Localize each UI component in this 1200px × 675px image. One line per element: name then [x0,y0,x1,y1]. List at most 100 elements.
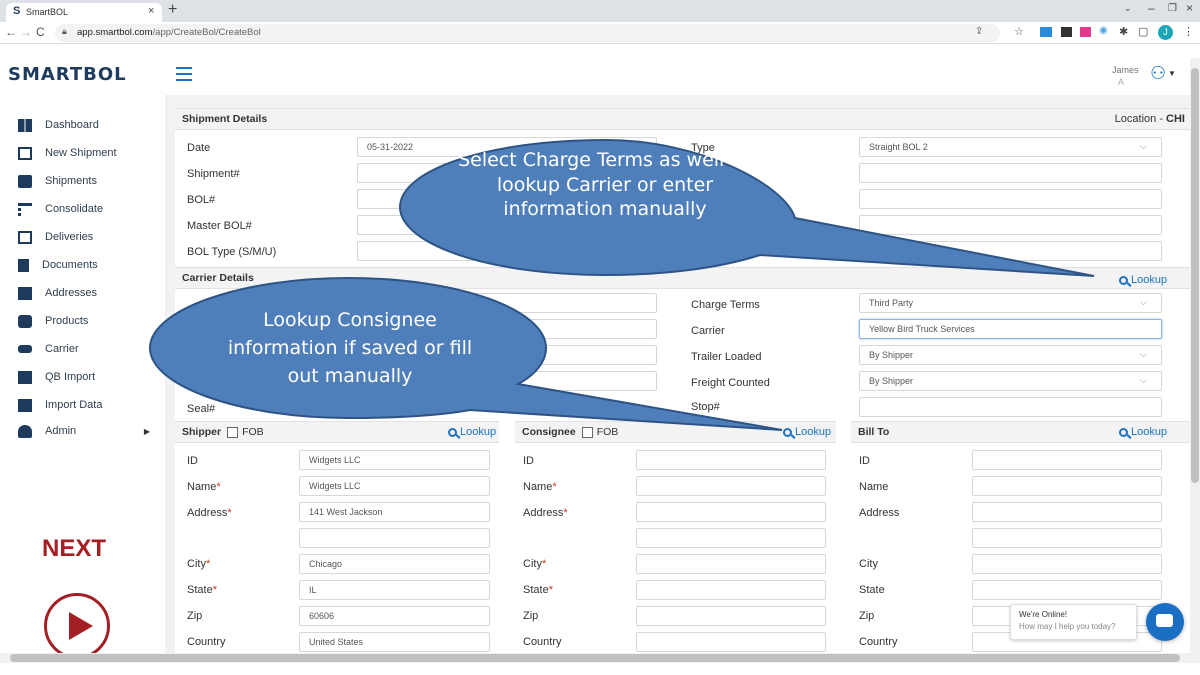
bol-type-field[interactable] [357,241,657,261]
billto-address-field[interactable] [972,502,1162,522]
sidebar-item-qb-import[interactable]: QB Import [18,367,95,387]
address-bar-row: ← → C 🔒︎ app.smartbol.com/app/CreateBol/… [0,22,1200,44]
shipper-address-field[interactable]: 141 West Jackson [299,502,490,522]
share-icon[interactable]: ⇪ [975,26,983,37]
user-account-icon[interactable]: ⚇ [1150,63,1166,84]
consignee-address2-field[interactable] [636,528,826,548]
billto-lookup-link[interactable]: Lookup [1119,426,1167,438]
minimize-icon[interactable]: – [1148,1,1155,15]
sidebar-item-consolidate[interactable]: Consolidate [18,199,103,219]
shipper-address2-field[interactable] [299,528,490,548]
reload-icon[interactable]: C [36,25,45,39]
side-panel-icon[interactable]: ▢ [1138,25,1148,38]
shipper-id-field[interactable]: Widgets LLC [299,450,490,470]
consignee-address-field[interactable] [636,502,826,522]
horizontal-scrollbar[interactable] [0,653,1200,663]
shipment-right-field-4[interactable] [859,241,1162,261]
forward-icon[interactable]: → [20,25,32,39]
consignee-id-field[interactable] [636,450,826,470]
tab-close-icon[interactable]: × [148,5,154,17]
sidebar-item-shipments[interactable]: Shipments [18,171,97,191]
consignee-state-field[interactable] [636,580,826,600]
consignee-zip-field[interactable] [636,606,826,626]
extension-pen-icon[interactable] [1040,27,1052,37]
shipper-state-field[interactable]: IL [299,580,490,600]
lookup-label: Lookup [1131,426,1168,438]
browser-menu-icon[interactable]: ⋮ [1183,25,1194,38]
consignee-country-field[interactable] [636,632,826,652]
sidebar-item-carrier[interactable]: Carrier [18,339,79,359]
shipper-name-field[interactable]: Widgets LLC [299,476,490,496]
consignee-zip-label: Zip [523,610,539,622]
consignee-city-field[interactable] [636,554,826,574]
shipper-fob-checkbox[interactable] [227,426,239,438]
sidebar-item-label: New Shipment [45,147,117,159]
required-marker: * [548,584,553,596]
carrier-field[interactable]: Yellow Bird Truck Services [859,319,1162,339]
scrollbar-thumb[interactable] [1191,68,1199,483]
back-icon[interactable]: ← [5,25,17,39]
sidebar-item-dashboard[interactable]: Dashboard [18,115,99,135]
next-play-button[interactable] [44,593,110,659]
window-close-icon[interactable]: × [1186,1,1193,15]
sidebar-item-documents[interactable]: Documents [18,255,98,275]
shipment-right-field-3[interactable] [859,215,1162,235]
chat-prompt[interactable]: We're Online! How may I help you today? [1010,604,1137,640]
extension-dark-icon[interactable] [1061,27,1072,37]
consignee-fob-checkbox[interactable] [581,426,593,438]
app-logo[interactable]: SMARTBOL [8,64,127,85]
sidebar-item-import-data[interactable]: Import Data [18,395,102,415]
browser-tab[interactable]: S SmartBOL × [6,3,162,22]
search-icon [783,427,792,437]
url-bar[interactable]: 🔒︎ app.smartbol.com/app/CreateBol/Create… [55,24,1000,42]
billto-name-field[interactable] [972,476,1162,496]
fob-label: FOB [242,426,264,438]
freight-counted-select[interactable]: By Shipper [859,371,1162,391]
maximize-icon[interactable]: ❐ [1168,3,1177,14]
billto-id-field[interactable] [972,450,1162,470]
hamburger-menu-icon[interactable] [176,67,192,81]
shipper-zip-field[interactable]: 60606 [299,606,490,626]
consignee-lookup-link[interactable]: Lookup [783,426,831,438]
sidebar-item-admin[interactable]: Admin ▶ [18,421,150,441]
bookmark-star-icon[interactable]: ☆ [1014,25,1024,38]
shipper-country-value: United States [309,637,364,647]
shipper-lookup-link[interactable]: Lookup [448,426,496,438]
location-value: CHI [1166,113,1185,125]
new-tab-icon[interactable]: + [168,1,177,19]
sidebar-item-label: Products [45,315,89,327]
shipper-country-field[interactable]: United States [299,632,490,652]
billto-city-field[interactable] [972,554,1162,574]
sidebar-item-addresses[interactable]: Addresses [18,283,97,303]
vertical-scrollbar[interactable] [1190,58,1200,653]
url-path: /app/CreateBol/CreateBol [152,27,261,38]
sidebar-item-products[interactable]: Products [18,311,88,331]
trailer-loaded-select[interactable]: By Shipper [859,345,1162,365]
shipment-right-field-2[interactable] [859,189,1162,209]
stop-field[interactable] [859,397,1162,417]
scrollbar-thumb[interactable] [10,654,1180,662]
favicon-icon: S [13,5,21,17]
billto-address2-field[interactable] [972,528,1162,548]
extensions-puzzle-icon[interactable]: ✱ [1119,25,1128,38]
sidebar-item-deliveries[interactable]: Deliveries [18,227,93,247]
shipment-right-field-1[interactable] [859,163,1162,183]
extension-circle-icon[interactable]: ◉ [1099,25,1108,36]
app-topbar: SMARTBOL James A ⚇ ▼ [0,45,1190,95]
billto-state-field[interactable] [972,580,1162,600]
chat-button[interactable] [1146,603,1184,641]
billto-zip-label: Zip [859,610,875,622]
carrier-lookup-link[interactable]: Lookup [1119,274,1167,286]
user-dropdown-icon[interactable]: ▼ [1168,69,1176,78]
profile-avatar[interactable]: J [1158,25,1173,40]
shipper-city-field[interactable]: Chicago [299,554,490,574]
charge-terms-select[interactable]: Third Party [859,293,1162,313]
type-select[interactable]: Straight BOL 2 [859,137,1162,157]
chat-line-2: How may I help you today? [1019,622,1116,631]
user-name: James [1112,65,1139,75]
extension-dollar-icon[interactable] [1080,27,1091,37]
consignee-name-field[interactable] [636,476,826,496]
sidebar-item-new-shipment[interactable]: New Shipment [18,143,117,163]
tab-search-icon[interactable]: ⌄ [1124,3,1132,14]
users-icon [18,424,32,438]
